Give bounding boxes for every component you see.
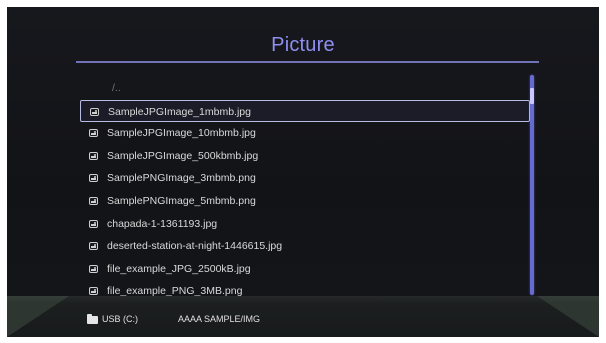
image-file-icon bbox=[90, 107, 99, 116]
file-list-item[interactable]: SampleJPGImage_10mbmb.jpg bbox=[80, 122, 530, 145]
image-file-icon bbox=[89, 219, 98, 228]
device-label: USB (C:) bbox=[102, 314, 138, 324]
page-title: Picture bbox=[271, 34, 335, 56]
image-file-icon bbox=[89, 264, 98, 273]
picture-browser-screen: Picture /.. SampleJPGImage_1mbmb.jpg Sam… bbox=[7, 7, 599, 337]
title-divider bbox=[76, 61, 539, 63]
image-file-icon bbox=[89, 196, 98, 205]
file-name: SamplePNGImage_5mbmb.png bbox=[107, 194, 256, 207]
scrollbar-thumb[interactable] bbox=[530, 88, 534, 104]
file-name: chapada-1-1361193.jpg bbox=[107, 217, 218, 230]
file-name: SampleJPGImage_10mbmb.jpg bbox=[107, 127, 256, 140]
file-list: /.. SampleJPGImage_1mbmb.jpg SampleJPGIm… bbox=[80, 77, 530, 303]
image-file-icon bbox=[89, 129, 98, 138]
file-name: SampleJPGImage_500kbmb.jpg bbox=[107, 149, 259, 162]
file-name: deserted-station-at-night-1446615.jpg bbox=[107, 240, 283, 253]
file-name: SamplePNGImage_3mbmb.png bbox=[107, 172, 256, 185]
file-list-item[interactable]: chapada-1-1361193.jpg bbox=[80, 213, 530, 236]
file-list-item[interactable]: SampleJPGImage_1mbmb.jpg bbox=[80, 99, 530, 123]
folder-icon bbox=[87, 314, 98, 324]
vertical-scrollbar[interactable] bbox=[530, 75, 534, 295]
file-list-item[interactable]: SamplePNGImage_5mbmb.png bbox=[80, 190, 530, 213]
image-file-icon bbox=[89, 151, 98, 160]
image-file-icon bbox=[89, 242, 98, 251]
file-name: SampleJPGImage_1mbmb.jpg bbox=[108, 105, 251, 118]
parent-directory-item[interactable]: /.. bbox=[80, 77, 530, 100]
image-file-icon bbox=[89, 174, 98, 183]
image-file-icon bbox=[89, 287, 98, 296]
file-list-item[interactable]: SamplePNGImage_3mbmb.png bbox=[80, 167, 530, 190]
floor-highlight bbox=[7, 296, 599, 304]
file-list-item[interactable]: file_example_JPG_2500kB.jpg bbox=[80, 258, 530, 281]
file-list-item[interactable]: deserted-station-at-night-1446615.jpg bbox=[80, 235, 530, 258]
file-list-item[interactable]: SampleJPGImage_500kbmb.jpg bbox=[80, 145, 530, 168]
current-path: AAAA SAMPLE/IMG bbox=[178, 314, 261, 324]
file-name: file_example_JPG_2500kB.jpg bbox=[107, 262, 251, 275]
